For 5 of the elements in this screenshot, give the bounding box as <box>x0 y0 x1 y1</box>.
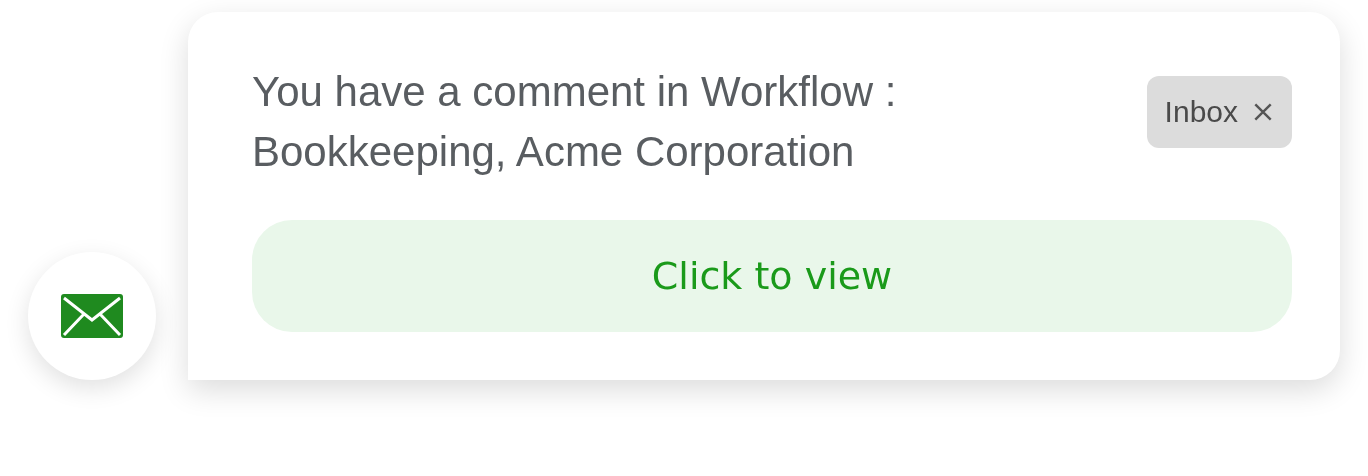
view-button[interactable]: Click to view <box>252 220 1292 332</box>
notification-message: You have a comment in Workflow : Bookkeeping, Acme Corporation <box>252 67 898 177</box>
envelope-icon <box>61 294 123 338</box>
close-icon[interactable] <box>1252 101 1274 123</box>
tag-label: Inbox <box>1164 95 1238 129</box>
